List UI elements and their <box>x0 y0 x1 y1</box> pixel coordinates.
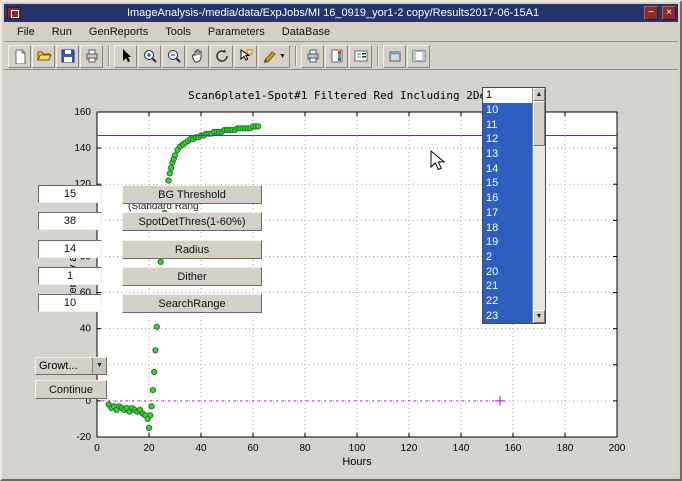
data-cursor-button[interactable] <box>234 45 257 68</box>
open-folder-button[interactable] <box>32 45 55 68</box>
dropdown-item[interactable]: 19 <box>483 235 532 250</box>
brush-tool-button[interactable]: ▼ <box>258 45 290 68</box>
spotdetthres-label: SpotDetThres(1-60%) <box>122 212 262 231</box>
dropdown-item[interactable]: 16 <box>483 191 532 206</box>
hide-plot-tools-button[interactable] <box>383 45 406 68</box>
dropdown-item[interactable]: 12 <box>483 132 532 147</box>
spotdetthres-field[interactable] <box>38 212 102 230</box>
dropdown-item[interactable]: 2 <box>483 250 532 265</box>
bg-threshold-label: BG Threshold <box>122 185 262 204</box>
number-select-dropdown: 110111213141516171819220212223 ▲ ▼ <box>482 87 546 324</box>
show-plot-tools-button[interactable] <box>407 45 430 68</box>
dropdown-item[interactable]: 20 <box>483 264 532 279</box>
insert-legend-button[interactable] <box>349 45 372 68</box>
rotate-3d-button[interactable] <box>210 45 233 68</box>
insert-legend-icon <box>353 48 369 64</box>
dropdown-item[interactable]: 14 <box>483 161 532 176</box>
figure-canvas <box>4 70 678 477</box>
zoom-in-button[interactable] <box>138 45 161 68</box>
toolbar: ▼ <box>4 43 678 70</box>
dropdown-item[interactable]: 23 <box>483 308 532 323</box>
window-menu-icon[interactable] <box>7 7 21 19</box>
menu-parameters[interactable]: Parameters <box>201 24 272 40</box>
rotate-3d-icon <box>214 48 230 64</box>
dropdown-item[interactable]: 21 <box>483 279 532 294</box>
scroll-up-icon[interactable]: ▲ <box>533 88 545 101</box>
show-plot-tools-icon <box>411 48 427 64</box>
chevron-down-icon[interactable]: ▼ <box>92 358 106 374</box>
dropdown-item[interactable]: 1 <box>483 88 532 103</box>
radius-field[interactable] <box>38 240 102 258</box>
dropdown-item[interactable]: 13 <box>483 147 532 162</box>
menu-genreports[interactable]: GenReports <box>82 24 155 40</box>
scroll-down-icon[interactable]: ▼ <box>533 310 545 323</box>
growth-mode-value: Growt... <box>36 358 92 374</box>
print-button[interactable] <box>80 45 103 68</box>
insert-colorbar-icon <box>329 48 345 64</box>
toolbar-separator <box>108 46 110 66</box>
minimize-button[interactable]: − <box>644 6 658 20</box>
brush-dropdown-chevron-icon[interactable]: ▼ <box>279 53 286 60</box>
zoom-out-icon <box>166 48 182 64</box>
app-window: ImageAnalysis-/media/data/ExpJobs/MI 16_… <box>0 0 682 481</box>
dropdown-item[interactable]: 17 <box>483 206 532 221</box>
insert-colorbar-button[interactable] <box>325 45 348 68</box>
pointer-tool-button[interactable] <box>114 45 137 68</box>
pan-hand-icon <box>190 48 206 64</box>
dropdown-item[interactable]: 22 <box>483 294 532 309</box>
open-folder-icon <box>36 48 52 64</box>
data-cursor-icon <box>238 48 254 64</box>
zoom-out-button[interactable] <box>162 45 185 68</box>
zoom-in-icon <box>142 48 158 64</box>
print-figure-button[interactable] <box>301 45 324 68</box>
menu-run[interactable]: Run <box>45 24 79 40</box>
growth-mode-dropdown[interactable]: Growt... ▼ <box>35 357 107 375</box>
dropdown-item[interactable]: 18 <box>483 220 532 235</box>
save-icon <box>60 48 76 64</box>
searchrange-field[interactable] <box>38 294 102 312</box>
menu-database[interactable]: DataBase <box>275 24 337 40</box>
searchrange-label: SearchRange <box>122 294 262 313</box>
menu-file[interactable]: File <box>10 24 42 40</box>
print-figure-icon <box>305 48 321 64</box>
new-file-icon <box>12 48 28 64</box>
toolbar-separator <box>377 46 379 66</box>
save-button[interactable] <box>56 45 79 68</box>
dropdown-list: 110111213141516171819220212223 <box>483 88 532 323</box>
pointer-icon <box>118 48 134 64</box>
new-file-button[interactable] <box>8 45 31 68</box>
menu-tools[interactable]: Tools <box>158 24 198 40</box>
window-title: ImageAnalysis-/media/data/ExpJobs/MI 16_… <box>24 7 642 19</box>
dropdown-item[interactable]: 11 <box>483 117 532 132</box>
close-button[interactable]: × <box>662 6 676 20</box>
continue-button[interactable]: Continue <box>35 380 107 399</box>
scrollbar-thumb[interactable] <box>533 101 545 146</box>
dropdown-scrollbar[interactable]: ▲ ▼ <box>532 88 545 323</box>
bg-threshold-field[interactable] <box>38 185 102 203</box>
pan-tool-button[interactable] <box>186 45 209 68</box>
toolbar-separator <box>295 46 297 66</box>
hide-plot-tools-icon <box>387 48 403 64</box>
title-bar: ImageAnalysis-/media/data/ExpJobs/MI 16_… <box>4 4 678 22</box>
menu-bar: File Run GenReports Tools Parameters Dat… <box>4 22 678 42</box>
dropdown-item[interactable]: 10 <box>483 103 532 118</box>
dither-label: Dither <box>122 267 262 286</box>
brush-icon <box>262 48 278 64</box>
dropdown-item[interactable]: 15 <box>483 176 532 191</box>
dither-field[interactable] <box>38 267 102 285</box>
print-icon <box>84 48 100 64</box>
radius-label: Radius <box>122 240 262 259</box>
